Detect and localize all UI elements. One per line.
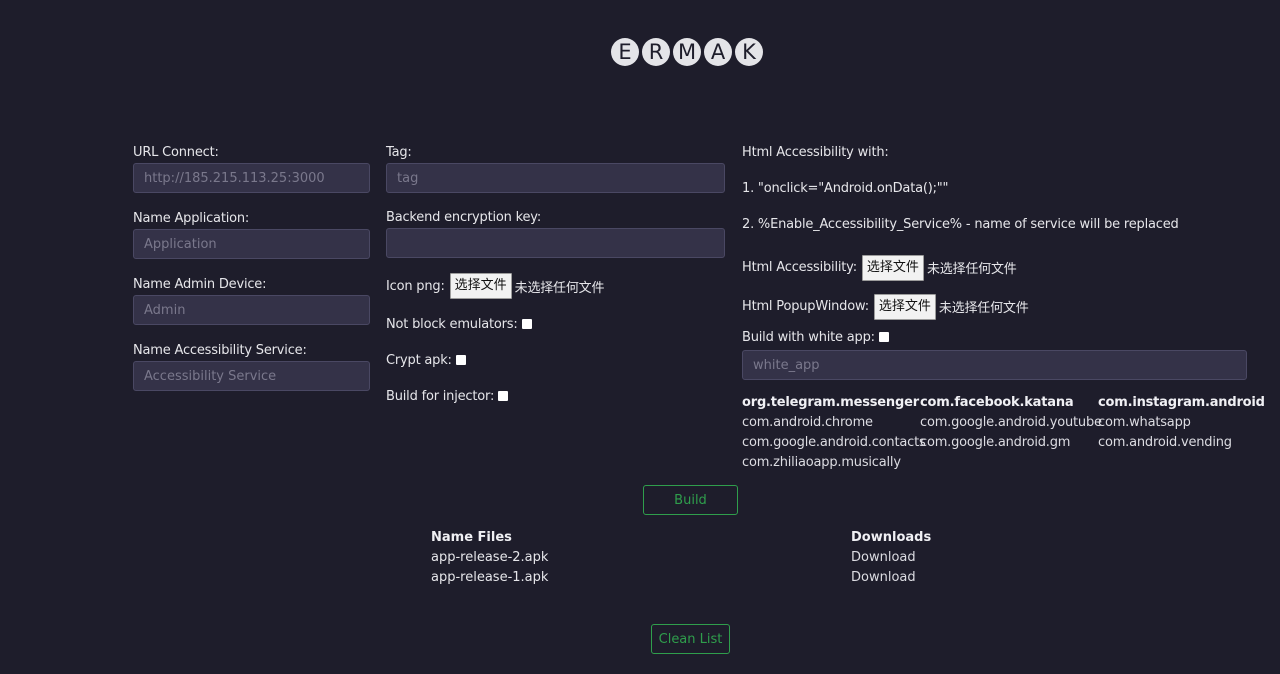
html-popup-label: Html PopupWindow:: [742, 299, 869, 314]
url-connect-input[interactable]: [133, 163, 370, 193]
table-row: app-release-2.apk Download: [431, 549, 931, 569]
package-item: com.google.android.contacts: [742, 435, 926, 450]
downloads-header: Downloads: [851, 530, 932, 545]
name-application-label: Name Application:: [133, 211, 250, 226]
build-button[interactable]: Build: [643, 485, 738, 515]
accessibility-info-line-2: 2. %Enable_Accessibility_Service% - name…: [742, 217, 1179, 232]
name-application-group: Name Application:: [133, 210, 370, 259]
html-popup-row: Html PopupWindow: 选择文件 未选择任何文件: [742, 287, 1247, 326]
html-popup-file-status: 未选择任何文件: [938, 301, 1029, 316]
name-admin-device-input[interactable]: [133, 295, 370, 325]
crypt-apk-checkbox[interactable]: [455, 355, 466, 365]
build-for-injector-label: Build for injector:: [386, 388, 495, 404]
name-files-header: Name Files: [431, 530, 512, 545]
name-admin-device-group: Name Admin Device:: [133, 276, 370, 325]
url-connect-label: URL Connect:: [133, 145, 219, 160]
crypt-apk-label: Crypt apk:: [386, 352, 452, 368]
package-item: com.google.android.youtube: [920, 415, 1102, 430]
html-accessibility-file-status: 未选择任何文件: [926, 262, 1017, 277]
html-accessibility-label: Html Accessibility:: [742, 260, 857, 275]
files-table-header: Name Files Downloads: [431, 529, 931, 549]
package-item: com.android.vending: [1098, 435, 1232, 450]
accessibility-info-line-1: 1. "onclick="Android.onData();"": [742, 181, 949, 196]
tag-group: Tag:: [386, 144, 725, 193]
backend-key-group: Backend encryption key:: [386, 209, 725, 258]
backend-key-label: Backend encryption key:: [386, 210, 542, 225]
logo-letter: M: [673, 38, 701, 66]
download-link[interactable]: Download: [851, 569, 916, 587]
build-for-injector-row: Build for injector:: [386, 378, 725, 414]
download-link[interactable]: Download: [851, 549, 916, 567]
clean-list-button[interactable]: Clean List: [651, 624, 730, 654]
package-item: com.whatsapp: [1098, 415, 1191, 430]
html-popup-choose-file-button[interactable]: 选择文件: [873, 293, 936, 320]
file-name: app-release-2.apk: [431, 550, 549, 565]
name-accessibility-service-input[interactable]: [133, 361, 370, 391]
package-list: org.telegram.messenger com.facebook.kata…: [742, 394, 1265, 472]
white-app-label: Build with white app:: [742, 329, 875, 345]
icon-png-choose-file-button[interactable]: 选择文件: [449, 273, 512, 299]
logo-letter: E: [611, 38, 639, 66]
crypt-apk-row: Crypt apk:: [386, 342, 725, 378]
icon-png-file-status: 未选择任何文件: [514, 280, 605, 296]
not-block-emulators-row: Not block emulators:: [386, 306, 725, 342]
name-accessibility-service-group: Name Accessibility Service:: [133, 342, 370, 391]
package-item: com.android.chrome: [742, 415, 873, 430]
icon-png-row: Icon png: 选择文件 未选择任何文件: [386, 272, 725, 300]
backend-key-input[interactable]: [386, 228, 725, 258]
tag-label: Tag:: [386, 145, 412, 160]
accessibility-info-title: Html Accessibility with:: [742, 145, 889, 160]
package-item: com.facebook.katana: [920, 395, 1074, 410]
left-column: URL Connect: Name Application: Name Admi…: [133, 144, 370, 408]
logo-letter: A: [704, 38, 732, 66]
build-for-injector-checkbox[interactable]: [498, 391, 509, 401]
files-table: Name Files Downloads app-release-2.apk D…: [431, 529, 931, 589]
middle-column: Tag: Backend encryption key: Icon png: 选…: [386, 144, 725, 414]
tag-input[interactable]: [386, 163, 725, 193]
logo-letter: K: [735, 38, 763, 66]
name-application-input[interactable]: [133, 229, 370, 259]
package-item: com.google.android.gm: [920, 435, 1071, 450]
white-app-checkbox[interactable]: [878, 332, 889, 342]
icon-png-label: Icon png:: [386, 278, 445, 294]
package-item: com.instagram.android: [1098, 395, 1265, 410]
file-name: app-release-1.apk: [431, 570, 549, 585]
package-item: org.telegram.messenger: [742, 395, 919, 410]
logo-letter: R: [642, 38, 670, 66]
name-admin-device-label: Name Admin Device:: [133, 277, 267, 292]
white-app-row: Build with white app:: [742, 326, 1247, 348]
not-block-emulators-checkbox[interactable]: [521, 319, 532, 329]
not-block-emulators-label: Not block emulators:: [386, 316, 518, 332]
white-app-input[interactable]: [742, 350, 1247, 380]
url-connect-group: URL Connect:: [133, 144, 370, 193]
table-row: app-release-1.apk Download: [431, 569, 931, 589]
ermak-logo: E R M A K: [611, 38, 763, 66]
name-accessibility-service-label: Name Accessibility Service:: [133, 343, 307, 358]
right-column: Html Accessibility with: 1. "onclick="An…: [742, 144, 1265, 472]
html-accessibility-choose-file-button[interactable]: 选择文件: [861, 254, 924, 281]
package-item: com.zhiliaoapp.musically: [742, 455, 901, 470]
builder-page: E R M A K URL Connect: Name Application:…: [0, 0, 1280, 674]
html-accessibility-row: Html Accessibility: 选择文件 未选择任何文件: [742, 248, 1247, 287]
